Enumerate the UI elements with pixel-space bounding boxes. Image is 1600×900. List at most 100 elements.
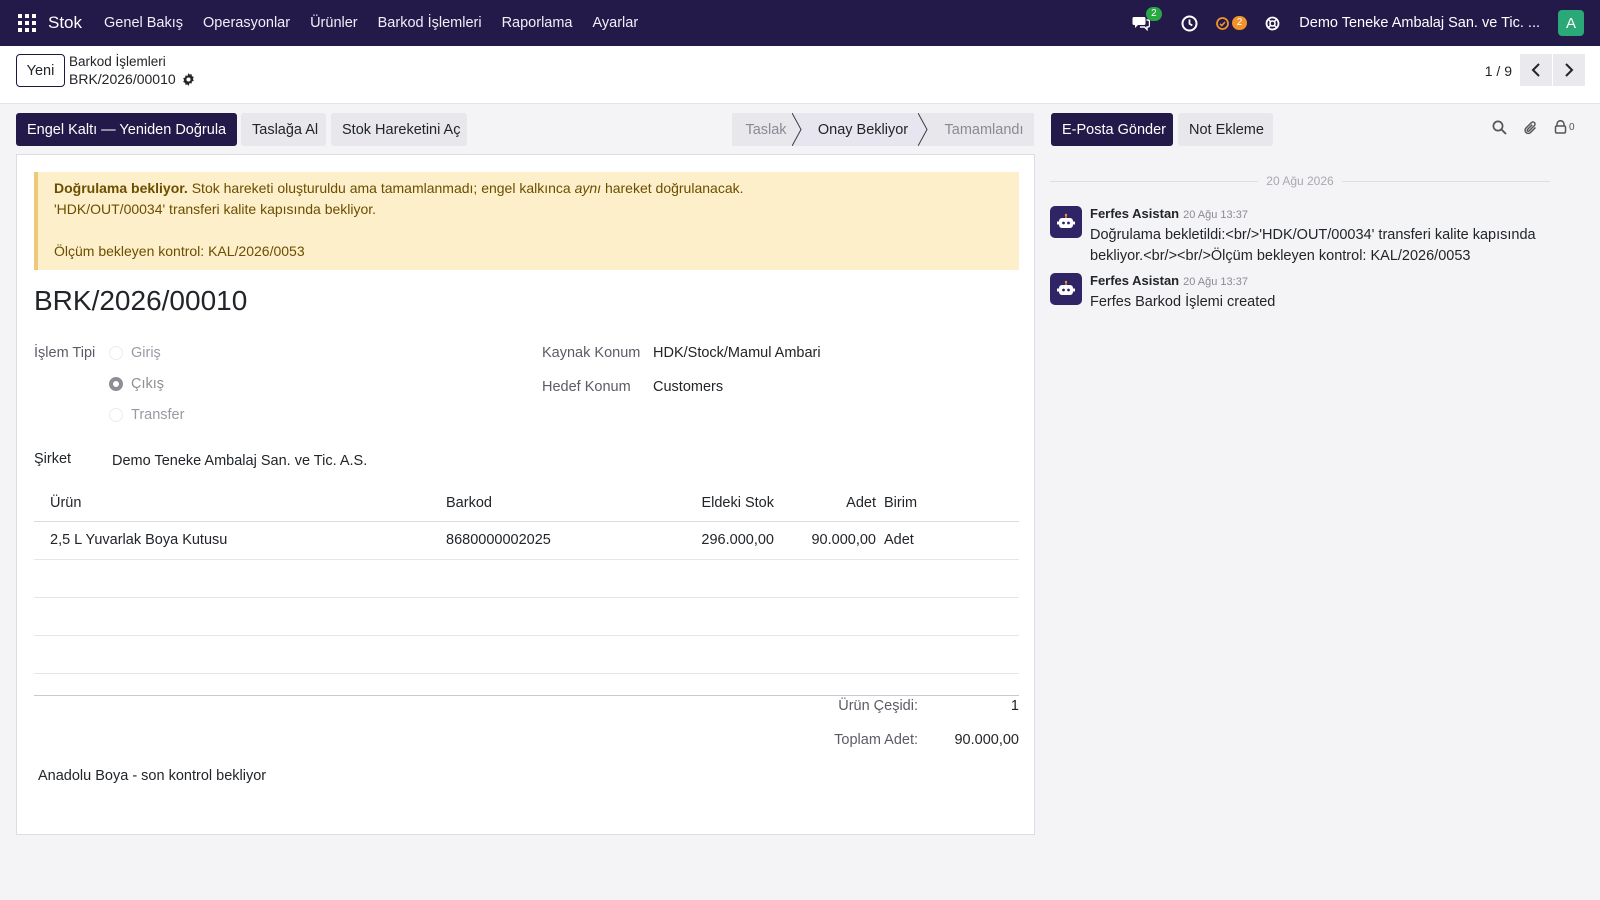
radio-giris[interactable]: Giriş [109, 345, 161, 361]
radio-cikis[interactable]: Çıkış [109, 376, 164, 392]
set-draft-button[interactable]: Taslağa Al [241, 113, 326, 146]
user-avatar[interactable]: A [1558, 10, 1584, 36]
col-uom[interactable]: Birim [884, 495, 917, 511]
col-stock[interactable]: Eldeki Stok [674, 495, 774, 511]
chatter-attachments[interactable] [1523, 120, 1538, 136]
search-icon[interactable] [1492, 120, 1507, 135]
status-bar: Taslak Onay Bekliyor Tamamlandı [732, 113, 1034, 146]
chatter-search[interactable] [1492, 120, 1507, 135]
source-location-field[interactable]: HDK/Stock/Mamul Ambari [653, 345, 821, 361]
company-label: Şirket [34, 451, 72, 467]
stage-waiting-label: Onay Bekliyor [817, 121, 909, 138]
menu-operations[interactable]: Operasyonlar [193, 15, 300, 31]
new-button[interactable]: Yeni [16, 54, 65, 87]
stage-arrow-icon [918, 113, 936, 146]
message-author-name: Ferfes Asistan [1090, 206, 1180, 221]
variety-value: 1 [1010, 698, 1019, 714]
table-empty-row [34, 636, 1019, 674]
stage-done-label: Tamamlandı [944, 121, 1024, 138]
col-product[interactable]: Ürün [50, 495, 81, 511]
menu-overview[interactable]: Genel Bakış [94, 15, 193, 31]
menu-reporting[interactable]: Raporlama [492, 15, 583, 31]
stage-done[interactable]: Tamamlandı [926, 113, 1034, 146]
note-field[interactable]: Anadolu Boya - son kontrol bekliyor [38, 768, 266, 784]
record-title: BRK/2026/00010 [34, 285, 248, 316]
message-author[interactable]: Ferfes Asistan 20 Ağu 13:37 [1090, 206, 1248, 221]
chatter-followers[interactable]: 0 [1554, 120, 1575, 134]
app-name[interactable]: Stok [48, 13, 82, 33]
breadcrumb-parent[interactable]: Barkod İşlemleri [69, 54, 166, 69]
menu-products[interactable]: Ürünler [300, 15, 368, 31]
dest-location-field[interactable]: Customers [653, 379, 723, 395]
activities-button[interactable]: 2 [1215, 16, 1248, 30]
company-field[interactable]: Demo Teneke Ambalaj San. ve Tic. A.S. [112, 453, 367, 469]
cell-barcode: 8680000002025 [446, 532, 551, 548]
chevron-left-icon [1531, 63, 1540, 77]
clock-icon [1181, 15, 1198, 31]
top-navbar: Stok Genel Bakış Operasyonlar Ürünler Ba… [0, 0, 1600, 46]
col-barcode[interactable]: Barkod [446, 495, 492, 511]
stage-waiting[interactable]: Onay Bekliyor [800, 113, 926, 146]
chatter-message: Ferfes Asistan 20 Ağu 13:37 Ferfes Barkod… [1050, 273, 1590, 313]
radio-cikis-label: Çıkış [131, 376, 165, 392]
robot-icon [1050, 206, 1082, 238]
alert-text-b: hareket doğrulanacak. [601, 180, 744, 196]
log-note-button[interactable]: Not Ekleme [1178, 113, 1273, 146]
pager-value[interactable]: 1 / 9 [1485, 63, 1512, 79]
cell-product: 2,5 L Yuvarlak Boya Kutusu [50, 532, 228, 548]
table-empty-row [34, 598, 1019, 636]
clock-button[interactable] [1181, 15, 1198, 32]
total-qty-label: Toplam Adet: [834, 732, 918, 748]
followers-count: 0 [1569, 121, 1575, 133]
radio-transfer[interactable]: Transfer [109, 407, 184, 423]
dest-location-label: Hedef Konum [542, 379, 631, 395]
radio-button-checked[interactable] [109, 377, 123, 391]
totals-divider [34, 695, 1019, 696]
activity-icon [1215, 16, 1229, 30]
pager-previous-button[interactable] [1520, 54, 1552, 86]
date-separator: 20 Ağu 2026 [1050, 174, 1550, 188]
menu-settings[interactable]: Ayarlar [583, 15, 649, 31]
support-button[interactable] [1265, 16, 1280, 31]
message-body: Doğrulama bekletildi:<br/>'HDK/OUT/00034… [1090, 227, 1536, 264]
activities-badge: 2 [1231, 16, 1248, 30]
message-author[interactable]: Ferfes Asistan 20 Ağu 13:37 [1090, 273, 1248, 288]
menu-barcode-operations[interactable]: Barkod İşlemleri [368, 15, 492, 31]
open-stock-move-button[interactable]: Stok Hareketini Aç [331, 113, 467, 146]
source-location-label: Kaynak Konum [542, 345, 641, 361]
warning-alert: Doğrulama bekliyor. Stok hareketi oluştu… [34, 172, 1019, 270]
messages-badge: 2 [1146, 7, 1162, 21]
total-qty-value: 90.000,00 [954, 732, 1019, 748]
alert-emphasis: aynı [574, 180, 602, 196]
chevron-right-icon [1565, 63, 1574, 77]
alert-line-3: Ölçüm bekleyen kontrol: KAL/2026/0053 [54, 243, 305, 259]
support-icon [1265, 16, 1280, 30]
paperclip-icon[interactable] [1523, 120, 1538, 136]
alert-text-a: Stok hareketi oluşturuldu ama tamamlanma… [187, 180, 575, 196]
message-author-name: Ferfes Asistan [1090, 273, 1180, 288]
stage-draft[interactable]: Taslak [732, 113, 800, 146]
cell-stock: 296.000,00 [701, 532, 774, 548]
alert-line-2: 'HDK/OUT/00034' transferi kalite kapısın… [54, 201, 377, 217]
message-time: 20 Ağu 13:37 [1183, 276, 1248, 288]
table-row[interactable]: 2,5 L Yuvarlak Boya Kutusu 8680000002025… [34, 522, 1019, 560]
messages-button[interactable]: 2 [1132, 7, 1162, 31]
radio-button[interactable] [109, 346, 123, 360]
lines-table-header: Ürün Barkod Eldeki Stok Adet Birim [34, 485, 1019, 522]
cell-qty: 90.000,00 [811, 532, 876, 548]
breadcrumb-current: BRK/2026/00010 [69, 71, 195, 87]
follower-icon[interactable] [1554, 120, 1567, 134]
variety-label: Ürün Çeşidi: [838, 698, 918, 714]
revalidate-button[interactable]: Engel Kaltı — Yeniden Doğrula [16, 113, 237, 146]
apps-grid-icon[interactable] [18, 14, 36, 32]
chatter-message: Ferfes Asistan 20 Ağu 13:37 Doğrulama bek… [1050, 206, 1590, 268]
col-qty[interactable]: Adet [774, 495, 876, 511]
cell-uom: Adet [884, 532, 914, 548]
company-switcher[interactable]: Demo Teneke Ambalaj San. ve Tic. ... [1299, 15, 1540, 31]
gear-icon[interactable] [182, 72, 195, 86]
breadcrumb-current-label: BRK/2026/00010 [69, 71, 176, 87]
send-email-button[interactable]: E-Posta Gönder [1051, 113, 1173, 146]
radio-button[interactable] [109, 408, 123, 422]
pager-next-button[interactable] [1553, 54, 1585, 86]
stage-draft-label: Taslak [745, 121, 787, 138]
